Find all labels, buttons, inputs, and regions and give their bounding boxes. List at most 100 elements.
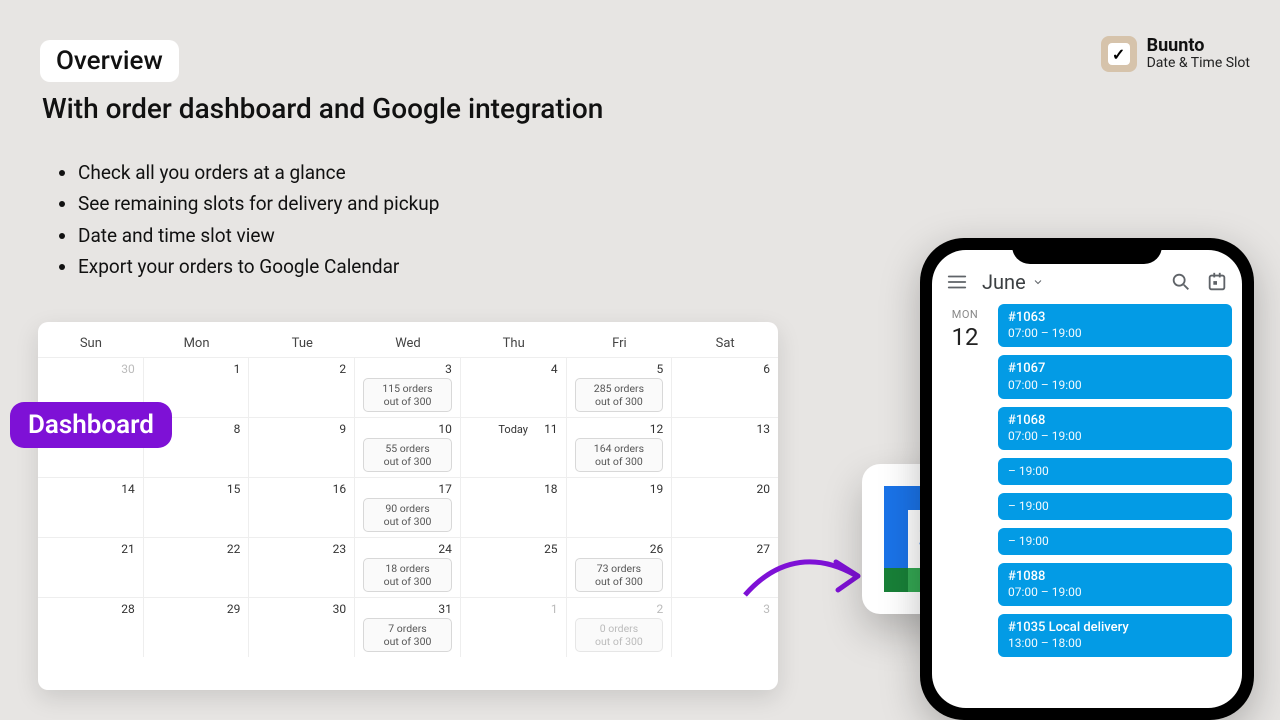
calendar-cell[interactable]: 16 xyxy=(249,477,355,537)
calendar-event[interactable]: – 19:00 xyxy=(998,528,1232,555)
calendar-cell[interactable]: 14 xyxy=(38,477,144,537)
calendar-cell[interactable]: 9 xyxy=(249,417,355,477)
calendar-cell[interactable]: 12 164 ordersout of 300 xyxy=(567,417,673,477)
calendar-cell[interactable]: 22 xyxy=(144,537,250,597)
calendar-cell[interactable]: 11Today xyxy=(461,417,567,477)
order-chip[interactable]: 7 ordersout of 300 xyxy=(363,618,452,652)
calendar-cell[interactable]: 20 xyxy=(672,477,778,537)
calendar-cell[interactable]: 28 xyxy=(38,597,144,657)
calendar-cell[interactable]: 25 xyxy=(461,537,567,597)
calendar-event[interactable]: #106307:00 – 19:00 xyxy=(998,304,1232,347)
calendar-event[interactable]: #106707:00 – 19:00 xyxy=(998,355,1232,398)
calendar-date: 1 xyxy=(234,362,241,376)
dashboard-calendar-card: Sun Mon Tue Wed Thu Fri Sat 30123115 ord… xyxy=(38,322,778,690)
calendar-event[interactable]: #1035 Local delivery13:00 – 18:00 xyxy=(998,614,1232,657)
calendar-event[interactable]: – 19:00 xyxy=(998,493,1232,520)
order-chip[interactable]: 90 ordersout of 300 xyxy=(363,498,452,532)
event-title: #1088 xyxy=(1008,569,1222,585)
gcal-dow: MON xyxy=(942,308,988,321)
bullet-item: See remaining slots for delivery and pic… xyxy=(78,189,439,218)
search-icon[interactable] xyxy=(1170,271,1192,293)
calendar-cell[interactable]: 13 xyxy=(672,417,778,477)
calendar-weekday-header: Sun Mon Tue Wed Thu Fri Sat xyxy=(38,330,778,357)
calendar-date: 28 xyxy=(121,602,135,616)
calendar-date: 15 xyxy=(227,482,241,496)
bullet-item: Check all you orders at a glance xyxy=(78,158,439,187)
today-icon[interactable] xyxy=(1206,271,1228,293)
event-time: – 19:00 xyxy=(1008,464,1222,479)
event-time: – 19:00 xyxy=(1008,499,1222,514)
calendar-date: 24 xyxy=(438,542,452,556)
calendar-date: 20 xyxy=(757,482,771,496)
today-label: Today xyxy=(498,423,528,436)
event-time: 07:00 – 19:00 xyxy=(1008,585,1222,600)
calendar-cell[interactable]: 1 xyxy=(461,597,567,657)
event-time: 07:00 – 19:00 xyxy=(1008,378,1222,393)
calendar-date: 31 xyxy=(438,602,452,616)
calendar-event[interactable]: #106807:00 – 19:00 xyxy=(998,407,1232,450)
calendar-date: 2 xyxy=(339,362,346,376)
calendar-cell[interactable]: 31 7 ordersout of 300 xyxy=(355,597,461,657)
brand-text: Buunto Date & Time Slot xyxy=(1147,36,1250,71)
hamburger-icon[interactable] xyxy=(946,271,968,293)
event-time: 07:00 – 19:00 xyxy=(1008,429,1222,444)
order-chip[interactable]: 0 ordersout of 300 xyxy=(575,618,664,652)
calendar-cell[interactable]: 6 xyxy=(672,357,778,417)
calendar-cell[interactable]: 15 xyxy=(144,477,250,537)
weekday-label: Tue xyxy=(249,336,355,351)
order-chip[interactable]: 73 ordersout of 300 xyxy=(575,558,664,592)
calendar-cell[interactable]: 10 55 ordersout of 300 xyxy=(355,417,461,477)
weekday-label: Thu xyxy=(461,336,567,351)
weekday-label: Mon xyxy=(144,336,250,351)
calendar-cell[interactable]: 3 115 ordersout of 300 xyxy=(355,357,461,417)
calendar-date: 26 xyxy=(650,542,664,556)
calendar-date: 14 xyxy=(121,482,135,496)
calendar-cell[interactable]: 26 73 ordersout of 300 xyxy=(567,537,673,597)
calendar-event[interactable]: #108807:00 – 19:00 xyxy=(998,563,1232,606)
calendar-cell[interactable]: 18 xyxy=(461,477,567,537)
calendar-date: 22 xyxy=(227,542,241,556)
calendar-date: 30 xyxy=(333,602,347,616)
bullet-item: Date and time slot view xyxy=(78,221,439,250)
order-chip[interactable]: 115 ordersout of 300 xyxy=(363,378,452,412)
arrow-icon xyxy=(740,540,870,610)
weekday-label: Fri xyxy=(567,336,673,351)
dashboard-badge: Dashboard xyxy=(10,402,172,448)
calendar-date: 19 xyxy=(650,482,664,496)
calendar-date: 25 xyxy=(544,542,558,556)
order-chip[interactable]: 164 ordersout of 300 xyxy=(575,438,664,472)
gcal-month-dropdown[interactable]: June xyxy=(982,270,1156,294)
gcal-day-column: MON 12 #106307:00 – 19:00#106707:00 – 19… xyxy=(932,304,1242,667)
calendar-cell[interactable]: 24 18 ordersout of 300 xyxy=(355,537,461,597)
event-title: #1068 xyxy=(1008,413,1222,429)
event-title: #1067 xyxy=(1008,361,1222,377)
calendar-cell[interactable]: 4 xyxy=(461,357,567,417)
calendar-cell[interactable]: 21 xyxy=(38,537,144,597)
calendar-cell[interactable]: 19 xyxy=(567,477,673,537)
weekday-label: Sat xyxy=(672,336,778,351)
calendar-cell[interactable]: 5285 ordersout of 300 xyxy=(567,357,673,417)
calendar-date: 9 xyxy=(339,422,346,436)
order-chip[interactable]: 285 ordersout of 300 xyxy=(575,378,664,412)
event-title: #1063 xyxy=(1008,310,1222,326)
gcal-day-header: MON 12 xyxy=(942,304,988,657)
calendar-date: 16 xyxy=(333,482,347,496)
brand-subtitle: Date & Time Slot xyxy=(1147,56,1250,71)
calendar-cell[interactable]: 30 xyxy=(249,597,355,657)
calendar-cell[interactable]: 2 xyxy=(249,357,355,417)
brand-name: Buunto xyxy=(1147,36,1250,56)
order-chip[interactable]: 55 ordersout of 300 xyxy=(363,438,452,472)
calendar-cell[interactable]: 29 xyxy=(144,597,250,657)
calendar-date: 3 xyxy=(445,362,452,376)
calendar-cell[interactable]: 1790 ordersout of 300 xyxy=(355,477,461,537)
calendar-event[interactable]: – 19:00 xyxy=(998,458,1232,485)
calendar-date: 12 xyxy=(650,422,664,436)
calendar-cell[interactable]: 23 xyxy=(249,537,355,597)
calendar-cell[interactable]: 20 ordersout of 300 xyxy=(567,597,673,657)
order-chip[interactable]: 18 ordersout of 300 xyxy=(363,558,452,592)
calendar-date: 10 xyxy=(438,422,452,436)
calendar-date: 8 xyxy=(234,422,241,436)
phone-screen: June MON 12 #106307:00 – 19:00#106707:00… xyxy=(932,250,1242,708)
calendar-date: 1 xyxy=(551,602,558,616)
overview-pill: Overview xyxy=(40,40,179,82)
